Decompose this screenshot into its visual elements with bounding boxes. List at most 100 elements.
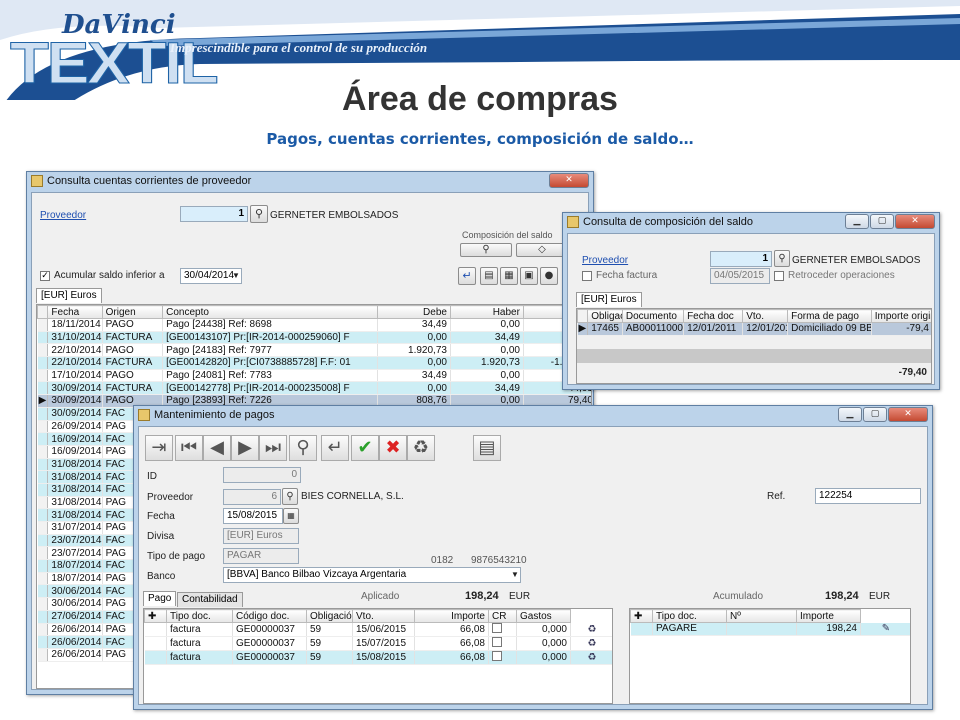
tipo-pago-select[interactable]: PAGAR xyxy=(223,548,299,564)
row-header[interactable] xyxy=(37,597,49,611)
row-header[interactable] xyxy=(37,343,49,358)
row-header[interactable] xyxy=(37,432,49,446)
row-header[interactable] xyxy=(37,381,49,396)
next-record-icon[interactable]: ▶ xyxy=(231,435,259,461)
enter-icon[interactable]: ↵ xyxy=(321,435,349,461)
cr-checkbox[interactable] xyxy=(492,651,502,661)
cancel-icon[interactable]: ✖ xyxy=(379,435,407,461)
column-header[interactable]: Fecha xyxy=(47,305,103,319)
row-header[interactable] xyxy=(37,635,49,649)
row-header[interactable] xyxy=(37,534,49,548)
window-title-bar[interactable]: Consulta cuentas corrientes de proveedor… xyxy=(27,172,593,192)
row-header[interactable] xyxy=(37,508,49,522)
column-header[interactable]: Documento xyxy=(621,309,685,323)
save-icon[interactable]: ▣ xyxy=(520,267,538,285)
column-header[interactable]: Tipo doc. xyxy=(166,609,233,623)
table-row[interactable]: 17/10/2014 PAGO Pago [24081] Ref: 7783 34,4… xyxy=(37,369,591,383)
row-header[interactable] xyxy=(37,318,49,332)
window-title-bar[interactable]: Mantenimiento de pagos ▁ ▢ ✕ xyxy=(134,406,932,426)
proveedor-link[interactable]: Proveedor xyxy=(582,255,628,266)
row-header[interactable] xyxy=(37,420,49,434)
row-header[interactable] xyxy=(37,496,49,510)
magnifier-icon[interactable]: ⚲ xyxy=(460,243,512,257)
column-header[interactable]: Origen xyxy=(101,305,164,319)
row-header[interactable] xyxy=(37,559,49,573)
proveedor-link[interactable]: Proveedor xyxy=(40,210,86,221)
table-row[interactable]: factura GE00000037 59 15/08/2015 66,08 0,000 ♻ xyxy=(144,650,612,665)
column-header[interactable]: Importe origin xyxy=(870,309,931,323)
row-header[interactable] xyxy=(37,407,49,421)
search-icon[interactable]: ⚲ xyxy=(774,250,790,267)
acumular-checkbox[interactable]: ✓ xyxy=(40,271,50,281)
row-header[interactable] xyxy=(37,369,49,383)
window-title-bar[interactable]: Consulta de composición del saldo ▁ ▢ ✕ xyxy=(563,213,939,233)
trash-icon[interactable]: ♻ xyxy=(570,622,612,637)
last-record-icon[interactable]: ⏭ xyxy=(259,435,287,461)
export-icon[interactable]: ▦ xyxy=(500,267,518,285)
edit-icon[interactable]: ✎ xyxy=(860,622,910,636)
column-header[interactable]: Obligación xyxy=(306,609,353,623)
column-header[interactable]: Tipo doc. xyxy=(652,609,727,623)
add-row-icon[interactable]: ✚ xyxy=(630,609,653,623)
calendar-icon[interactable]: ▦ xyxy=(283,508,299,524)
table-row[interactable]: 30/09/2014 FACTURA [GE00142778] Pr:[IR-201… xyxy=(37,381,591,396)
proveedor-code-input[interactable]: 6 xyxy=(223,489,281,505)
maximize-button[interactable]: ▢ xyxy=(863,407,887,422)
close-button[interactable]: ✕ xyxy=(888,407,928,422)
row-header[interactable] xyxy=(37,458,49,472)
table-row[interactable]: 22/10/2014 PAGO Pago [24183] Ref: 7977 1.92… xyxy=(37,343,591,358)
column-header[interactable]: Vto. xyxy=(352,609,415,623)
column-header[interactable]: Forma de pago xyxy=(787,309,872,323)
row-header[interactable] xyxy=(37,356,49,370)
row-header[interactable] xyxy=(37,331,49,345)
trash-icon[interactable]: ♻ xyxy=(570,636,612,651)
tab-pago[interactable]: Pago xyxy=(143,591,177,606)
row-header[interactable] xyxy=(37,521,49,535)
maximize-button[interactable]: ▢ xyxy=(870,214,894,229)
trash-icon[interactable]: ♻ xyxy=(407,435,435,461)
row-header[interactable] xyxy=(37,610,49,624)
table-row[interactable]: 22/10/2014 FACTURA [GE00142820] Pr:[CI0738… xyxy=(37,356,591,370)
enter-icon[interactable]: ↵ xyxy=(458,267,476,285)
column-header[interactable]: Gastos xyxy=(516,609,571,623)
column-header[interactable]: Haber xyxy=(449,305,524,319)
refresh-icon[interactable]: ● xyxy=(540,267,558,285)
divisa-select[interactable]: [EUR] Euros xyxy=(223,528,299,544)
retroceder-checkbox[interactable] xyxy=(774,271,784,281)
chevron-down-icon[interactable]: ▼ xyxy=(511,570,519,579)
exit-icon[interactable]: ⇥ xyxy=(145,435,173,461)
column-header[interactable]: Fecha doc xyxy=(683,309,744,323)
row-header[interactable] xyxy=(37,648,49,662)
column-header[interactable]: Importe xyxy=(796,609,861,623)
column-header[interactable]: Debe xyxy=(376,305,451,319)
banco-select[interactable]: [BBVA] Banco Bilbao Vizcaya Argentaria xyxy=(223,567,521,583)
cr-checkbox[interactable] xyxy=(492,637,502,647)
first-record-icon[interactable]: ⏮ xyxy=(175,435,203,461)
tab-eur[interactable]: [EUR] Euros xyxy=(36,288,102,303)
column-header[interactable]: Vto. xyxy=(742,309,789,323)
search-icon[interactable]: ⚲ xyxy=(282,488,298,505)
column-header[interactable]: Concepto xyxy=(162,305,378,319)
row-header[interactable]: ▶ xyxy=(37,394,49,408)
proveedor-code-input[interactable]: 1 xyxy=(710,251,772,267)
column-header[interactable]: Importe xyxy=(414,609,489,623)
minimize-button[interactable]: ▁ xyxy=(845,214,869,229)
column-header[interactable]: CR xyxy=(488,609,517,623)
column-header[interactable]: Nº xyxy=(726,609,797,623)
fecha-factura-checkbox[interactable] xyxy=(582,271,592,281)
cr-checkbox[interactable] xyxy=(492,623,502,633)
eraser-icon[interactable]: ◇ xyxy=(516,243,568,257)
row-header[interactable] xyxy=(37,584,49,599)
previous-record-icon[interactable]: ◀ xyxy=(203,435,231,461)
minimize-button[interactable]: ▁ xyxy=(838,407,862,422)
row-header[interactable] xyxy=(37,546,49,561)
id-input[interactable]: 0 xyxy=(223,467,301,483)
tab-eur[interactable]: [EUR] Euros xyxy=(576,292,642,307)
proveedor-code-input[interactable]: 1 xyxy=(180,206,248,222)
table-row[interactable]: ▶17465AB0001100012/01/201112/01/2011Domi… xyxy=(577,322,931,336)
search-icon[interactable]: ⚲ xyxy=(250,205,268,223)
table-row[interactable]: 18/11/2014 PAGO Pago [24438] Ref: 8698 34,4… xyxy=(37,318,591,332)
trash-icon[interactable]: ♻ xyxy=(570,650,612,665)
row-header[interactable] xyxy=(37,470,49,484)
close-button[interactable]: ✕ xyxy=(549,173,589,188)
